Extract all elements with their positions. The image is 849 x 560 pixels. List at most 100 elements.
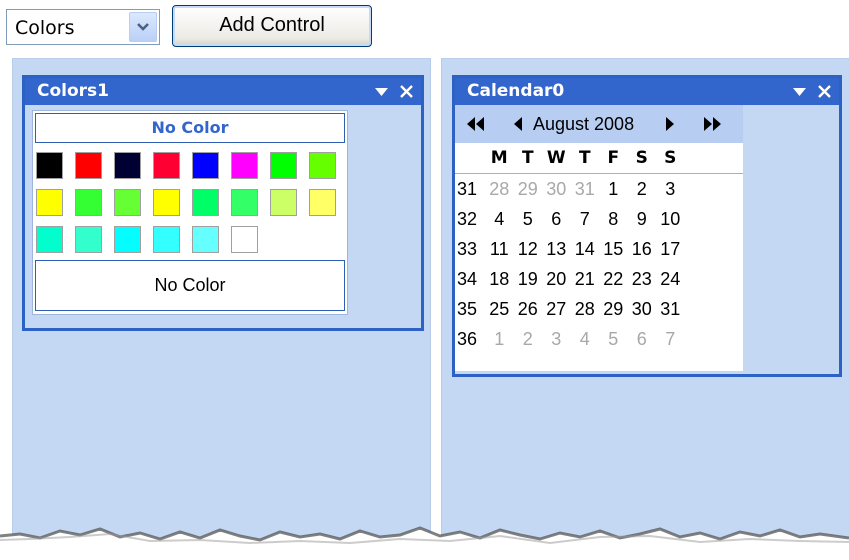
calendar-day[interactable]: 1	[485, 324, 514, 354]
calendar-day[interactable]: 15	[599, 234, 628, 264]
week-number[interactable]: 36	[455, 324, 485, 354]
calendar-day[interactable]: 16	[628, 234, 657, 264]
prev-month-icon[interactable]	[513, 105, 522, 143]
control-type-select[interactable]: Colors	[6, 9, 160, 45]
calendar-day[interactable]: 17	[656, 234, 685, 264]
day-header: F	[607, 148, 620, 168]
torn-edge-decoration	[0, 526, 849, 560]
calendar-day[interactable]: 2	[514, 324, 543, 354]
no-color-header[interactable]: No Color	[35, 113, 345, 143]
calendar-week-row: 32 4 5 6 7 8 9 10	[455, 204, 743, 234]
calendar-web-part: Calendar0 August 2008 M T W T F S S 31 2…	[452, 75, 842, 377]
close-icon[interactable]	[818, 85, 831, 98]
calendar-day[interactable]: 28	[485, 174, 514, 204]
calendar-day[interactable]: 24	[656, 264, 685, 294]
calendar-day[interactable]: 8	[599, 204, 628, 234]
day-header: M	[490, 148, 508, 168]
calendar-day[interactable]: 9	[628, 204, 657, 234]
web-part-zone-left: Colors1 No Color No Color	[12, 58, 431, 560]
calendar-day[interactable]: 22	[599, 264, 628, 294]
dropdown-triangle-icon[interactable]	[793, 87, 806, 97]
next-year-icon[interactable]	[704, 105, 722, 143]
calendar-day[interactable]: 29	[514, 174, 543, 204]
color-swatch[interactable]	[36, 189, 63, 216]
day-header: T	[521, 148, 534, 168]
calendar-day[interactable]: 29	[599, 294, 628, 324]
day-header: W	[546, 148, 566, 168]
calendar-day[interactable]: 10	[656, 204, 685, 234]
color-swatch[interactable]	[75, 152, 102, 179]
calendar-day[interactable]: 19	[514, 264, 543, 294]
week-number[interactable]: 31	[455, 174, 485, 204]
calendar-day[interactable]: 31	[571, 174, 600, 204]
calendar-day[interactable]: 30	[542, 174, 571, 204]
color-swatch[interactable]	[231, 189, 258, 216]
dropdown-triangle-icon[interactable]	[375, 87, 388, 97]
no-color-button[interactable]: No Color	[35, 260, 345, 311]
color-swatch[interactable]	[231, 226, 258, 253]
color-swatch[interactable]	[192, 152, 219, 179]
calendar-day[interactable]: 11	[485, 234, 514, 264]
week-number[interactable]: 32	[455, 204, 485, 234]
next-month-icon[interactable]	[666, 105, 675, 143]
color-swatch[interactable]	[36, 226, 63, 253]
calendar-day[interactable]: 6	[542, 204, 571, 234]
calendar-day[interactable]: 25	[485, 294, 514, 324]
calendar-day[interactable]: 28	[571, 294, 600, 324]
calendar-nav: August 2008	[455, 105, 743, 143]
calendar-day[interactable]: 1	[599, 174, 628, 204]
colors-part-titlebar: Colors1	[25, 78, 421, 105]
add-control-button[interactable]: Add Control	[172, 5, 372, 47]
week-number[interactable]: 35	[455, 294, 485, 324]
calendar-day[interactable]: 3	[656, 174, 685, 204]
calendar-day[interactable]: 5	[514, 204, 543, 234]
color-swatch[interactable]	[114, 189, 141, 216]
calendar-day[interactable]: 12	[514, 234, 543, 264]
calendar-day[interactable]: 3	[542, 324, 571, 354]
colors-web-part: Colors1 No Color No Color	[22, 75, 424, 331]
calendar-part-titlebar: Calendar0	[455, 78, 839, 105]
color-swatch[interactable]	[192, 189, 219, 216]
calendar-day[interactable]: 4	[571, 324, 600, 354]
week-number[interactable]: 34	[455, 264, 485, 294]
calendar-day[interactable]: 14	[571, 234, 600, 264]
calendar-day[interactable]: 7	[571, 204, 600, 234]
color-swatch[interactable]	[231, 152, 258, 179]
color-swatch[interactable]	[309, 152, 336, 179]
color-swatch[interactable]	[114, 226, 141, 253]
color-swatch[interactable]	[75, 226, 102, 253]
color-swatch[interactable]	[36, 152, 63, 179]
calendar-day[interactable]: 26	[514, 294, 543, 324]
calendar-day[interactable]: 4	[485, 204, 514, 234]
calendar-day[interactable]: 30	[628, 294, 657, 324]
calendar-day[interactable]: 18	[485, 264, 514, 294]
color-swatch[interactable]	[270, 189, 297, 216]
calendar-day[interactable]: 31	[656, 294, 685, 324]
calendar-week-row: 35 25 26 27 28 29 30 31	[455, 294, 743, 324]
color-swatch[interactable]	[309, 189, 336, 216]
color-swatch[interactable]	[153, 226, 180, 253]
color-swatch[interactable]	[192, 226, 219, 253]
color-swatch[interactable]	[270, 152, 297, 179]
close-icon[interactable]	[400, 85, 413, 98]
calendar-day[interactable]: 23	[628, 264, 657, 294]
color-swatch[interactable]	[153, 152, 180, 179]
day-header: S	[635, 148, 648, 168]
calendar-day[interactable]: 2	[628, 174, 657, 204]
calendar-day[interactable]: 13	[542, 234, 571, 264]
chevron-down-icon[interactable]	[129, 12, 157, 42]
calendar-day[interactable]: 5	[599, 324, 628, 354]
calendar-day[interactable]: 20	[542, 264, 571, 294]
calendar-part-title: Calendar0	[467, 81, 565, 101]
color-swatch[interactable]	[153, 189, 180, 216]
calendar-week-row: 33 11 12 13 14 15 16 17	[455, 234, 743, 264]
control-type-select-value: Colors	[15, 17, 75, 39]
calendar-day[interactable]: 21	[571, 264, 600, 294]
calendar-day[interactable]: 27	[542, 294, 571, 324]
color-swatch[interactable]	[114, 152, 141, 179]
calendar-day[interactable]: 6	[628, 324, 657, 354]
color-swatch[interactable]	[75, 189, 102, 216]
prev-year-icon[interactable]	[467, 105, 485, 143]
calendar-day[interactable]: 7	[656, 324, 685, 354]
week-number[interactable]: 33	[455, 234, 485, 264]
